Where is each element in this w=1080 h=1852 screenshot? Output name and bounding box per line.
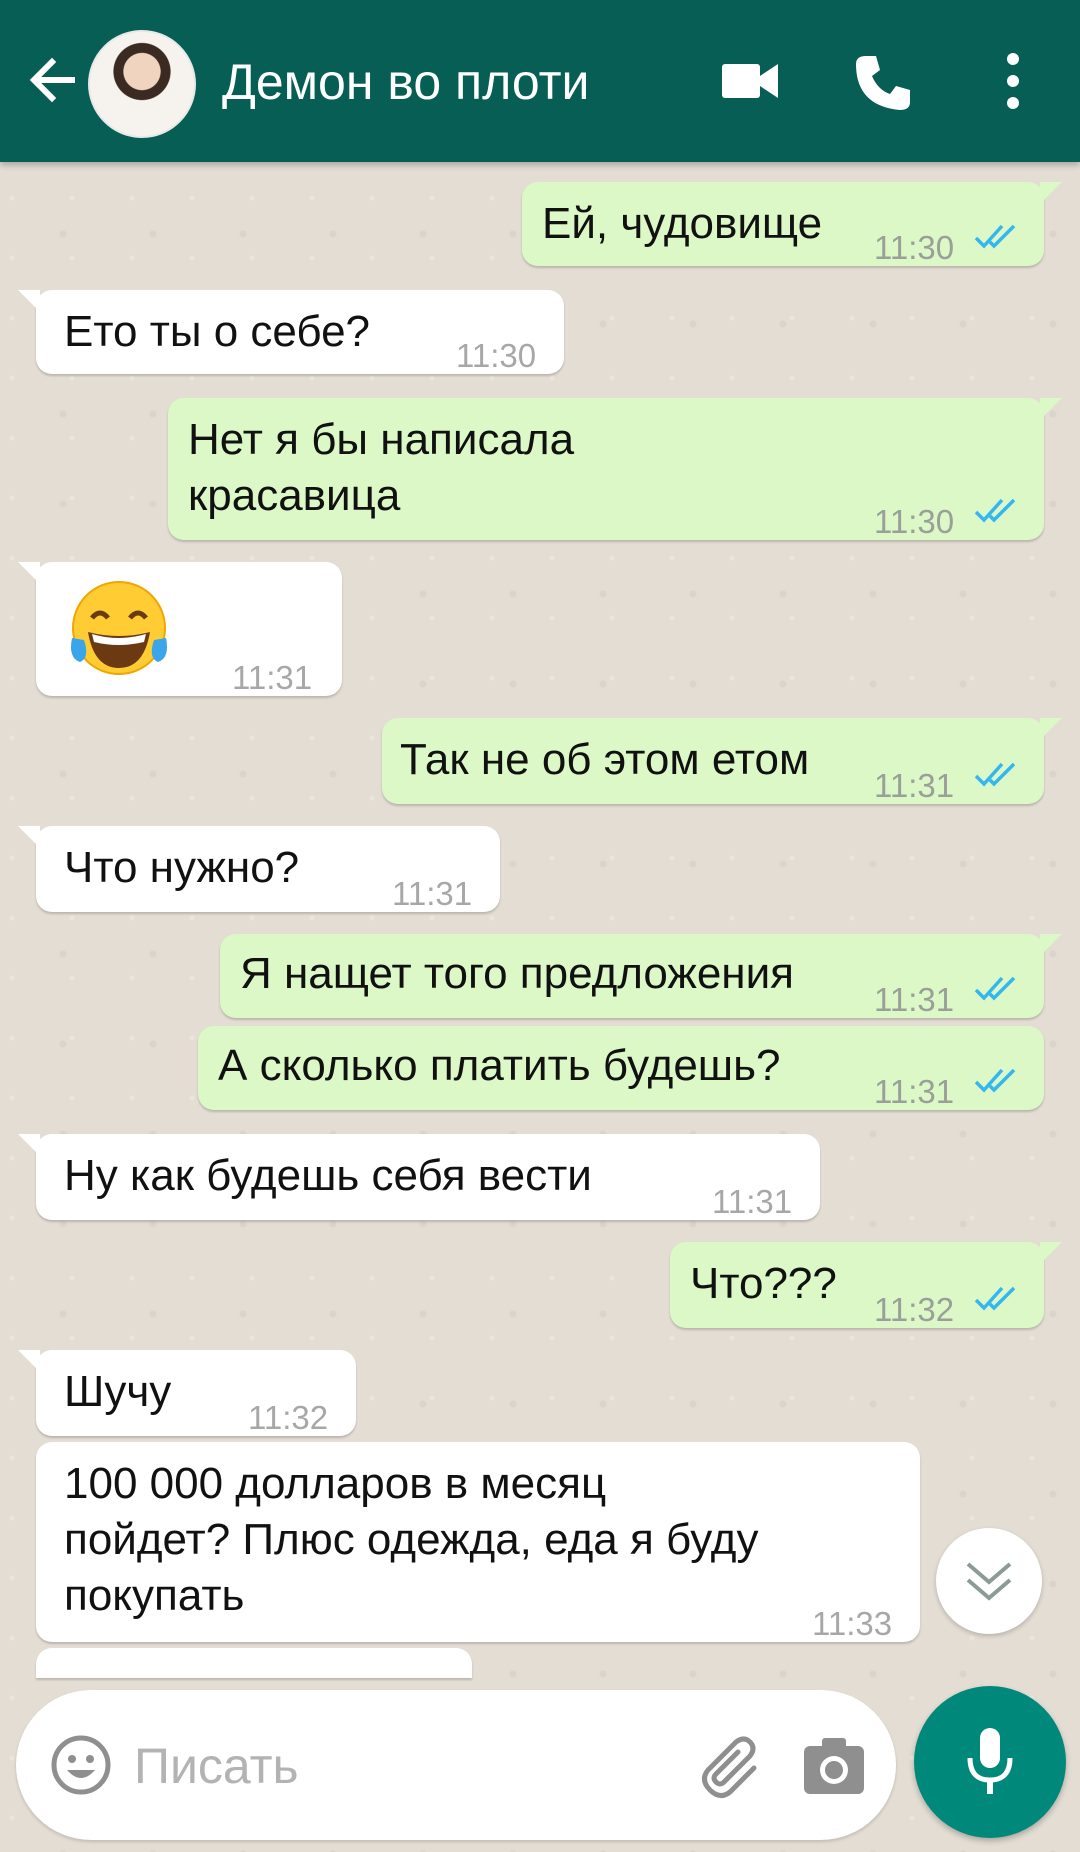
attach-icon[interactable] xyxy=(696,1734,766,1804)
message-text: Что??? xyxy=(690,1259,837,1308)
message-text: Ей, чудовище xyxy=(542,199,823,248)
chat-header: Демон во плоти xyxy=(0,0,1080,162)
message-bubble-incoming[interactable]: Ето ты о себе? 11:30 xyxy=(18,290,564,374)
message-text: Шучу xyxy=(64,1367,172,1416)
double-chevron-down-icon xyxy=(966,1562,1012,1601)
scroll-to-bottom-button[interactable] xyxy=(936,1528,1042,1634)
message-text: Так не об этом етом xyxy=(400,735,810,784)
camera-icon[interactable] xyxy=(802,1736,866,1796)
read-ticks-icon xyxy=(974,762,1016,787)
message-text-line: пойдет? Плюс одежда, еда я буду xyxy=(64,1515,759,1564)
microphone-icon xyxy=(967,1728,1013,1794)
message-bubble-outgoing[interactable]: Так не об этом етом 11:31 xyxy=(382,718,1062,804)
message-bubble-incoming[interactable]: 100 000 долларов в месяц пойдет? Плюс од… xyxy=(36,1442,920,1642)
emoji-icon[interactable] xyxy=(50,1734,112,1796)
message-text: Что нужно? xyxy=(64,843,300,892)
message-bubble-outgoing[interactable]: А сколько платить будешь? 11:31 xyxy=(198,1026,1044,1110)
read-ticks-icon xyxy=(974,1068,1016,1093)
voice-message-button[interactable] xyxy=(914,1686,1066,1838)
message-time: 11:31 xyxy=(874,767,955,804)
read-ticks-icon xyxy=(974,1286,1016,1311)
message-time: 11:31 xyxy=(232,659,313,696)
message-text-line: красавица xyxy=(188,471,401,520)
message-composer xyxy=(16,1690,896,1840)
message-text: Ето ты о себе? xyxy=(64,307,371,356)
message-text: Я нащет того предложения xyxy=(240,949,794,998)
message-time: 11:32 xyxy=(874,1291,955,1328)
message-bubble-incoming-partial xyxy=(36,1648,472,1678)
message-time: 11:30 xyxy=(456,337,537,374)
message-bubble-outgoing[interactable]: Нет я бы написала красавица 11:30 xyxy=(168,398,1062,540)
message-text-line: покупать xyxy=(64,1571,245,1620)
read-ticks-icon xyxy=(974,224,1016,249)
message-time: 11:33 xyxy=(812,1605,893,1642)
avatar[interactable] xyxy=(88,30,196,138)
read-ticks-icon xyxy=(974,498,1016,523)
video-call-icon[interactable] xyxy=(720,58,780,104)
message-text-line: Нет я бы написала xyxy=(188,415,575,464)
more-vert-icon[interactable] xyxy=(1000,52,1026,110)
message-bubble-outgoing[interactable]: Ей, чудовище 11:30 xyxy=(522,182,1062,266)
message-time: 11:32 xyxy=(248,1399,329,1436)
message-bubble-outgoing[interactable]: Я нащет того предложения 11:31 xyxy=(220,934,1062,1018)
message-text-line: 100 000 долларов в месяц xyxy=(64,1459,607,1508)
message-time: 11:31 xyxy=(874,1073,955,1110)
message-time: 11:31 xyxy=(392,875,473,912)
tears-of-joy-emoji-icon xyxy=(71,581,167,675)
phone-call-icon[interactable] xyxy=(852,52,912,112)
message-time: 11:30 xyxy=(874,503,955,540)
message-bubble-incoming[interactable]: Что нужно? 11:31 xyxy=(18,826,500,912)
message-bubble-outgoing[interactable]: Что??? 11:32 xyxy=(670,1242,1062,1328)
message-bubble-incoming[interactable]: Шучу 11:32 xyxy=(18,1350,356,1436)
contact-name[interactable]: Демон во плоти xyxy=(222,50,589,114)
message-time: 11:30 xyxy=(874,229,955,266)
message-bubble-incoming[interactable]: 11:31 xyxy=(18,562,342,696)
message-input[interactable] xyxy=(132,1728,676,1804)
message-time: 11:31 xyxy=(874,981,955,1018)
read-ticks-icon xyxy=(974,976,1016,1001)
message-text: А сколько платить будешь? xyxy=(218,1041,781,1090)
back-arrow-icon[interactable] xyxy=(22,50,82,110)
message-bubble-incoming[interactable]: Ну как будешь себя вести 11:31 xyxy=(18,1134,820,1220)
message-time: 11:31 xyxy=(712,1183,793,1220)
message-text: Ну как будешь себя вести xyxy=(64,1151,592,1200)
